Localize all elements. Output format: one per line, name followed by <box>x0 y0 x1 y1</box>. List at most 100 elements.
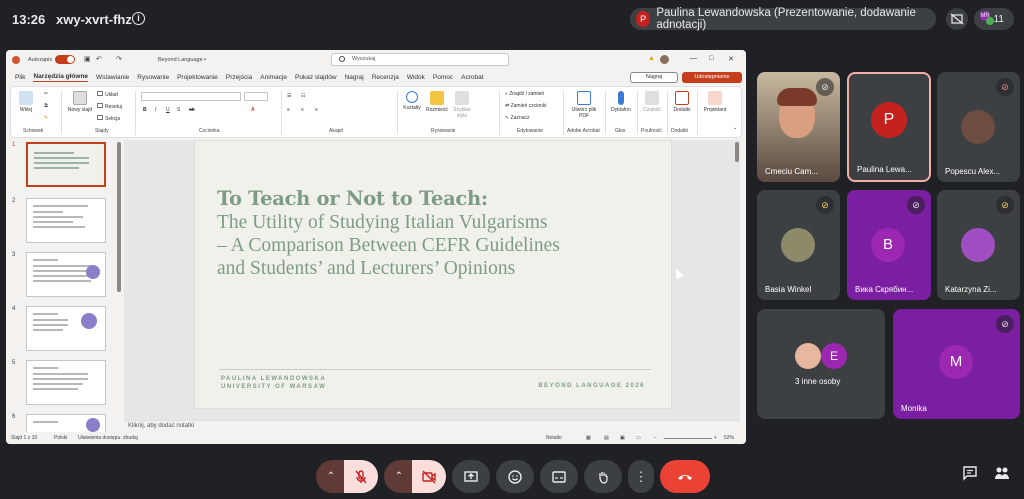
slide-thumbnail[interactable] <box>26 252 106 297</box>
quick-styles-button[interactable]: Szybkie style <box>451 91 473 119</box>
underline-button[interactable]: U <box>166 107 170 113</box>
participant-tile[interactable]: ⊘ Cmeciu Cam... <box>757 72 840 182</box>
select-button[interactable]: ↖ Zaznacz <box>505 115 530 121</box>
slideshow-view-icon[interactable]: ▭ <box>636 435 641 441</box>
menu-help[interactable]: Pomoc <box>433 74 453 81</box>
notes-pane[interactable]: Kliknij, aby dodać notatki <box>124 420 740 432</box>
editor-scrollbar[interactable] <box>734 140 740 421</box>
align-right-button[interactable]: ≡ <box>315 107 318 113</box>
align-left-button[interactable]: ≡ <box>287 107 290 113</box>
menu-transitions[interactable]: Przejścia <box>226 74 252 81</box>
share-button[interactable]: Udostępnianie <box>682 72 742 83</box>
copy-icon[interactable]: ⧉ <box>41 103 51 109</box>
font-size-select[interactable] <box>244 92 268 101</box>
arrange-button[interactable]: Rozmieść <box>425 91 449 113</box>
menu-acrobat[interactable]: Acrobat <box>461 74 483 81</box>
reactions-button[interactable] <box>496 460 534 493</box>
numbering-button[interactable]: ☷ <box>301 93 305 99</box>
paste-button[interactable]: Wklej <box>15 91 37 113</box>
thumbnail-scrollbar[interactable] <box>117 142 121 428</box>
present-off-icon[interactable] <box>946 8 968 30</box>
more-options-button[interactable]: ⋮ <box>628 460 654 493</box>
present-button[interactable] <box>452 460 490 493</box>
slide-thumbnail[interactable] <box>26 198 106 243</box>
participant-tile[interactable]: M ⊘ Monika <box>893 309 1020 419</box>
dictate-button[interactable]: Dyktafon <box>609 91 633 113</box>
save-icon[interactable]: ▣ <box>84 55 91 63</box>
current-slide[interactable]: To Teach or Not to Teach: The Utility of… <box>194 140 672 409</box>
slide-thumbnail[interactable] <box>26 306 106 351</box>
notes-toggle[interactable]: Notatki <box>546 435 562 441</box>
designer-button[interactable]: Projektant <box>701 91 729 113</box>
menu-design[interactable]: Projektowanie <box>177 74 218 81</box>
bullets-button[interactable]: ☰ <box>287 93 291 99</box>
slide-thumbnail[interactable] <box>26 142 106 187</box>
audio-settings-chevron[interactable]: ⌃ <box>316 460 346 493</box>
participant-tile[interactable]: ⊘ Popescu Alex... <box>937 72 1020 182</box>
menu-slideshow[interactable]: Pokaz slajdów <box>295 74 337 81</box>
create-pdf-button[interactable]: Utwórz plik PDF <box>569 91 599 119</box>
reset-button[interactable]: Resetuj <box>97 103 122 110</box>
participant-tile[interactable]: ⊘ Basia Winkel <box>757 190 840 300</box>
record-button[interactable]: Nagraj <box>630 72 678 83</box>
bold-button[interactable]: B <box>143 107 147 113</box>
slide-thumbnail[interactable] <box>26 360 106 405</box>
reading-view-icon[interactable]: ▣ <box>620 435 625 441</box>
warning-icon[interactable]: ▲ <box>648 55 655 62</box>
addins-button[interactable]: Dodatki <box>671 91 693 113</box>
file-name[interactable]: Beyond Language • <box>158 57 206 63</box>
sorter-view-icon[interactable]: ▤ <box>604 435 609 441</box>
menu-animations[interactable]: Animacje <box>260 74 287 81</box>
slide-editor[interactable]: To Teach or Not to Teach: The Utility of… <box>124 140 740 421</box>
format-painter-icon[interactable]: ✎ <box>41 115 51 121</box>
camera-off-button[interactable] <box>412 460 446 493</box>
participant-tile-speaking[interactable]: P Paulina Lewa... <box>847 72 931 182</box>
people-button[interactable]: MR 11 <box>974 8 1014 30</box>
accessibility-status[interactable]: Ułatwienia dostępu: zbadaj <box>78 435 138 441</box>
layout-button[interactable]: Układ <box>97 91 118 98</box>
menu-home[interactable]: Narzędzia główne <box>33 73 89 82</box>
language-status[interactable]: Polski <box>54 435 67 441</box>
participant-tile[interactable]: ⊘ Katarzyna Zi... <box>937 190 1020 300</box>
participant-tile[interactable]: B ⊘ Вика Скрябин... <box>847 190 931 300</box>
shadow-button[interactable]: S <box>177 107 180 113</box>
redo-icon[interactable]: ↷ <box>116 55 122 63</box>
zoom-level[interactable]: 52% <box>724 435 734 441</box>
menu-record[interactable]: Nagraj <box>345 74 364 81</box>
normal-view-icon[interactable]: ▦ <box>586 435 591 441</box>
info-icon[interactable]: i <box>132 12 145 25</box>
user-avatar[interactable] <box>660 55 669 64</box>
menu-insert[interactable]: Wstawianie <box>96 74 129 81</box>
section-button[interactable]: Sekcja <box>97 115 120 122</box>
font-color-button[interactable]: A <box>251 107 255 113</box>
undo-icon[interactable]: ↶ <box>96 55 102 63</box>
new-slide-button[interactable]: Nowy slajd <box>67 91 93 113</box>
strike-button[interactable]: ab <box>189 107 195 113</box>
slide-thumbnail[interactable] <box>26 414 106 432</box>
ppt-search-input[interactable]: Wyszukaj <box>331 53 509 66</box>
italic-button[interactable]: I <box>155 107 156 113</box>
chat-icon[interactable] <box>962 465 978 484</box>
raise-hand-button[interactable] <box>584 460 622 493</box>
minimize-icon[interactable]: — <box>690 55 697 62</box>
menu-view[interactable]: Widok <box>407 74 425 81</box>
video-settings-chevron[interactable]: ⌃ <box>384 460 414 493</box>
cut-icon[interactable]: ✂ <box>41 91 51 97</box>
replace-fonts-button[interactable]: ⇄ Zamień czcionki <box>505 103 546 109</box>
menu-file[interactable]: Plik <box>15 74 25 81</box>
zoom-slider[interactable] <box>664 438 712 439</box>
activities-icon[interactable] <box>994 465 1010 486</box>
presenter-indicator[interactable]: P Paulina Lewandowska (Prezentowanie, do… <box>630 7 936 31</box>
zoom-out-icon[interactable]: − <box>654 435 657 441</box>
others-tile[interactable]: E 3 inne osoby <box>757 309 885 419</box>
captions-button[interactable] <box>540 460 578 493</box>
find-replace-button[interactable]: ⌕ Znajdź i zamień <box>505 91 544 97</box>
menu-review[interactable]: Recenzja <box>372 74 399 81</box>
autosave-toggle[interactable] <box>55 55 75 64</box>
align-center-button[interactable]: ≡ <box>301 107 304 113</box>
menu-draw[interactable]: Rysowanie <box>137 74 169 81</box>
ribbon-collapse-icon[interactable]: ⌄ <box>733 125 737 131</box>
maximize-icon[interactable]: □ <box>709 55 713 62</box>
font-family-select[interactable] <box>141 92 241 101</box>
mic-off-button[interactable] <box>344 460 378 493</box>
